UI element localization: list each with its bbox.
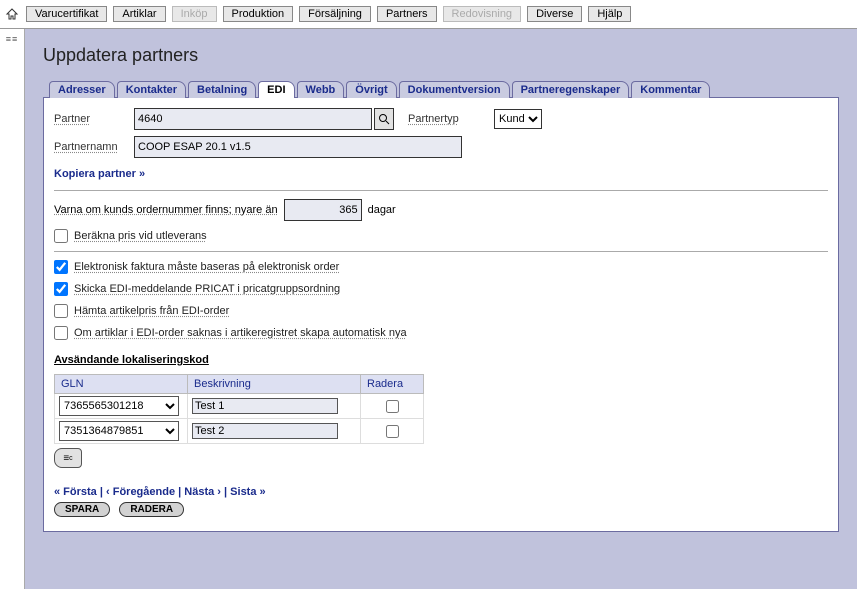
- days-prefix-label: Varna om kunds ordernummer finns; nyare …: [54, 204, 278, 216]
- pager-next[interactable]: Nästa ›: [184, 486, 221, 498]
- check-row-1: Elektronisk faktura måste baseras på ele…: [54, 260, 828, 274]
- gln-table: GLN Beskrivning Radera 7365565301218 7351…: [54, 374, 424, 444]
- col-del: Radera: [361, 375, 424, 394]
- tab-strip: AdresserKontakterBetalningEDIWebbÖvrigtD…: [43, 80, 839, 97]
- checkbox-2[interactable]: [54, 282, 68, 296]
- partner-label: Partner: [54, 113, 134, 125]
- checkbox-group: Beräkna pris vid utleverans Elektronisk f…: [54, 229, 828, 340]
- checkbox-4[interactable]: [54, 326, 68, 340]
- days-input[interactable]: [284, 199, 362, 221]
- checkbox-3[interactable]: [54, 304, 68, 318]
- gln-select-0[interactable]: 7365565301218: [59, 396, 179, 416]
- menu-grip-icon[interactable]: ≡≡: [6, 34, 19, 44]
- left-gutter: ≡≡: [0, 29, 25, 589]
- checkbox-0[interactable]: [54, 229, 68, 243]
- checkbox-label-1: Elektronisk faktura måste baseras på ele…: [74, 261, 339, 273]
- checkbox-1[interactable]: [54, 260, 68, 274]
- menu-redovisning: Redovisning: [443, 6, 522, 22]
- tab-betalning[interactable]: Betalning: [188, 81, 256, 98]
- col-gln: GLN: [55, 375, 188, 394]
- tab-kommentar[interactable]: Kommentar: [631, 81, 710, 98]
- desc-input-0[interactable]: [192, 398, 338, 414]
- menu-försäljning[interactable]: Försäljning: [299, 6, 371, 22]
- menu-diverse[interactable]: Diverse: [527, 6, 582, 22]
- partnertyp-select[interactable]: Kund: [494, 109, 542, 129]
- checkbox-label-2: Skicka EDI-meddelande PRICAT i pricatgru…: [74, 283, 340, 295]
- partnernamn-label: Partnernamn: [54, 141, 134, 153]
- check-row-0: Beräkna pris vid utleverans: [54, 229, 828, 243]
- col-desc: Beskrivning: [188, 375, 361, 394]
- tab-kontakter[interactable]: Kontakter: [117, 81, 186, 98]
- menu-items: Varucertifikat Artiklar Inköp Produktion För…: [26, 6, 637, 22]
- menu-partners[interactable]: Partners: [377, 6, 437, 22]
- check-row-3: Hämta artikelpris från EDI-order: [54, 304, 828, 318]
- checkbox-label-0: Beräkna pris vid utleverans: [74, 230, 207, 242]
- page-title: Uppdatera partners: [43, 45, 839, 66]
- tab-partneregenskaper[interactable]: Partneregenskaper: [512, 81, 630, 98]
- checkbox-label-4: Om artiklar i EDI-order saknas i artiker…: [74, 327, 407, 339]
- save-button[interactable]: SPARA: [54, 502, 110, 517]
- tab-adresser[interactable]: Adresser: [49, 81, 115, 98]
- home-icon[interactable]: [4, 6, 20, 22]
- menu-produktion[interactable]: Produktion: [223, 6, 294, 22]
- gln-select-1[interactable]: 7351364879851: [59, 421, 179, 441]
- days-suffix-label: dagar: [368, 204, 396, 216]
- checkbox-label-3: Hämta artikelpris från EDI-order: [74, 305, 229, 317]
- delete-checkbox-1[interactable]: [386, 425, 399, 438]
- pager-last[interactable]: Sista »: [230, 486, 265, 498]
- delete-button[interactable]: RADERA: [119, 502, 184, 517]
- table-row: 7351364879851: [55, 419, 424, 444]
- partner-input[interactable]: [134, 108, 372, 130]
- check-row-4: Om artiklar i EDI-order saknas i artiker…: [54, 326, 828, 340]
- pager-first[interactable]: « Första: [54, 486, 97, 498]
- pager: « Första | ‹ Föregående | Nästa › | Sist…: [54, 486, 828, 498]
- tab-övrigt[interactable]: Övrigt: [346, 81, 396, 98]
- menu-hjälp[interactable]: Hjälp: [588, 6, 631, 22]
- partner-lookup-button[interactable]: [374, 108, 394, 130]
- partnernamn-input[interactable]: [134, 136, 462, 158]
- delete-checkbox-0[interactable]: [386, 400, 399, 413]
- check-row-2: Skicka EDI-meddelande PRICAT i pricatgru…: [54, 282, 828, 296]
- desc-input-1[interactable]: [192, 423, 338, 439]
- add-row-button[interactable]: ≡c: [54, 448, 82, 468]
- tab-webb[interactable]: Webb: [297, 81, 345, 98]
- tab-dokumentversion[interactable]: Dokumentversion: [399, 81, 510, 98]
- menu-inköp: Inköp: [172, 6, 217, 22]
- tab-edi[interactable]: EDI: [258, 81, 294, 98]
- menu-varucertifikat[interactable]: Varucertifikat: [26, 6, 107, 22]
- tab-panel-edi: Partner Partnertyp Kund Partnernamn Kopi…: [43, 97, 839, 532]
- section-title: Avsändande lokaliseringskod: [54, 354, 828, 366]
- top-menu-bar: Varucertifikat Artiklar Inköp Produktion För…: [0, 0, 857, 29]
- copy-partner-link[interactable]: Kopiera partner »: [54, 168, 145, 180]
- table-row: 7365565301218: [55, 394, 424, 419]
- partnertyp-label: Partnertyp: [408, 113, 488, 125]
- content-area: Uppdatera partners AdresserKontakterBeta…: [25, 29, 857, 589]
- pager-prev[interactable]: ‹ Föregående: [106, 486, 175, 498]
- menu-artiklar[interactable]: Artiklar: [113, 6, 165, 22]
